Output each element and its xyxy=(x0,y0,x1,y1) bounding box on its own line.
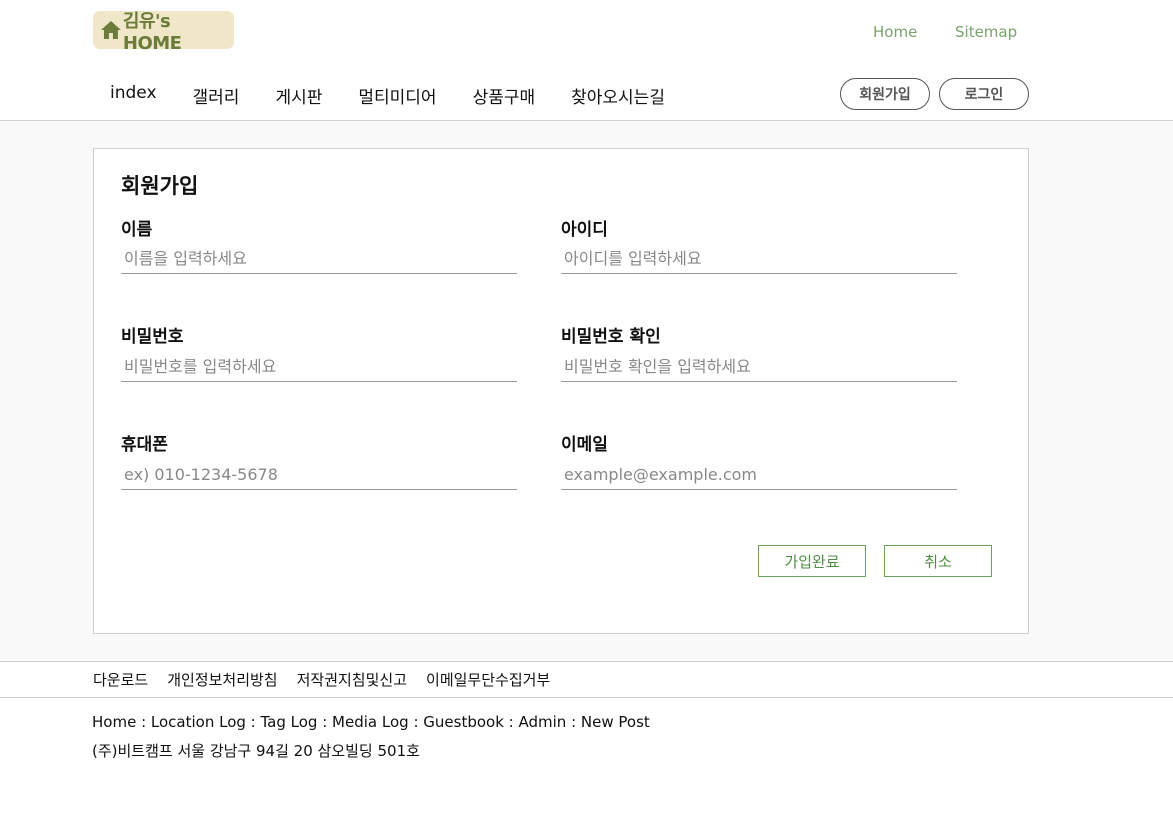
footer-nav-home[interactable]: Home xyxy=(92,713,136,731)
footer-address: (주)비트캠프 서울 강남구 94길 20 삼오빌딩 501호 xyxy=(92,742,420,760)
join-button[interactable]: 회원가입 xyxy=(840,78,930,110)
email-label: 이메일 xyxy=(561,435,608,455)
submit-button[interactable]: 가입완료 xyxy=(758,545,866,577)
footer-divider-top xyxy=(0,661,1173,662)
main-nav: index 갤러리 게시판 멀티미디어 상품구매 찾아오시는길 xyxy=(110,83,701,108)
footer-link-download[interactable]: 다운로드 xyxy=(93,669,148,690)
footer-divider-bottom xyxy=(0,697,1173,698)
phone-label: 휴대폰 xyxy=(121,435,168,455)
footer-nav: Home : Location Log : Tag Log : Media Lo… xyxy=(92,713,650,731)
top-link-home[interactable]: Home xyxy=(873,23,917,41)
name-label: 이름 xyxy=(121,220,153,240)
footer-nav-separator: : xyxy=(317,713,333,731)
phone-input[interactable] xyxy=(121,460,517,490)
footer-nav-media-log[interactable]: Media Log xyxy=(332,713,409,731)
footer-nav-admin[interactable]: Admin xyxy=(518,713,566,731)
nav-item-gallery[interactable]: 갤러리 xyxy=(193,83,240,108)
footer-nav-separator: : xyxy=(503,713,519,731)
footer-link-copyright[interactable]: 저작권지침및신고 xyxy=(297,669,407,690)
id-label: 아이디 xyxy=(561,220,608,240)
footer-link-privacy[interactable]: 개인정보처리방침 xyxy=(167,669,277,690)
footer-link-email-refusal[interactable]: 이메일무단수집거부 xyxy=(426,669,550,690)
login-button[interactable]: 로그인 xyxy=(939,78,1029,110)
footer-nav-tag-log[interactable]: Tag Log xyxy=(261,713,318,731)
nav-item-shop[interactable]: 상품구매 xyxy=(473,83,536,108)
id-input[interactable] xyxy=(561,244,957,274)
cancel-button[interactable]: 취소 xyxy=(884,545,992,577)
logo-text: 김유's HOME xyxy=(122,10,182,54)
password-confirm-input[interactable] xyxy=(561,352,957,382)
name-input[interactable] xyxy=(121,244,517,274)
password-label: 비밀번호 xyxy=(121,327,184,347)
top-link-sitemap[interactable]: Sitemap xyxy=(955,23,1017,41)
footer-nav-guestbook[interactable]: Guestbook xyxy=(423,713,504,731)
form-title: 회원가입 xyxy=(121,174,199,198)
nav-item-multimedia[interactable]: 멀티미디어 xyxy=(358,83,436,108)
nav-item-board[interactable]: 게시판 xyxy=(275,83,322,108)
house-icon xyxy=(100,21,121,39)
password-input[interactable] xyxy=(121,352,517,382)
footer-nav-separator: : xyxy=(245,713,261,731)
footer-nav-location-log[interactable]: Location Log xyxy=(151,713,246,731)
footer-nav-new-post[interactable]: New Post xyxy=(581,713,650,731)
password-confirm-label: 비밀번호 확인 xyxy=(561,327,661,347)
nav-item-index[interactable]: index xyxy=(110,83,157,108)
footer-links: 다운로드 개인정보처리방침 저작권지침및신고 이메일무단수집거부 xyxy=(93,669,569,690)
nav-item-directions[interactable]: 찾아오시는길 xyxy=(571,83,665,108)
footer-nav-separator: : xyxy=(408,713,424,731)
footer-nav-separator: : xyxy=(136,713,151,731)
site-logo[interactable]: 김유's HOME xyxy=(93,11,234,54)
footer-nav-separator: : xyxy=(566,713,581,731)
email-input[interactable] xyxy=(561,460,957,490)
